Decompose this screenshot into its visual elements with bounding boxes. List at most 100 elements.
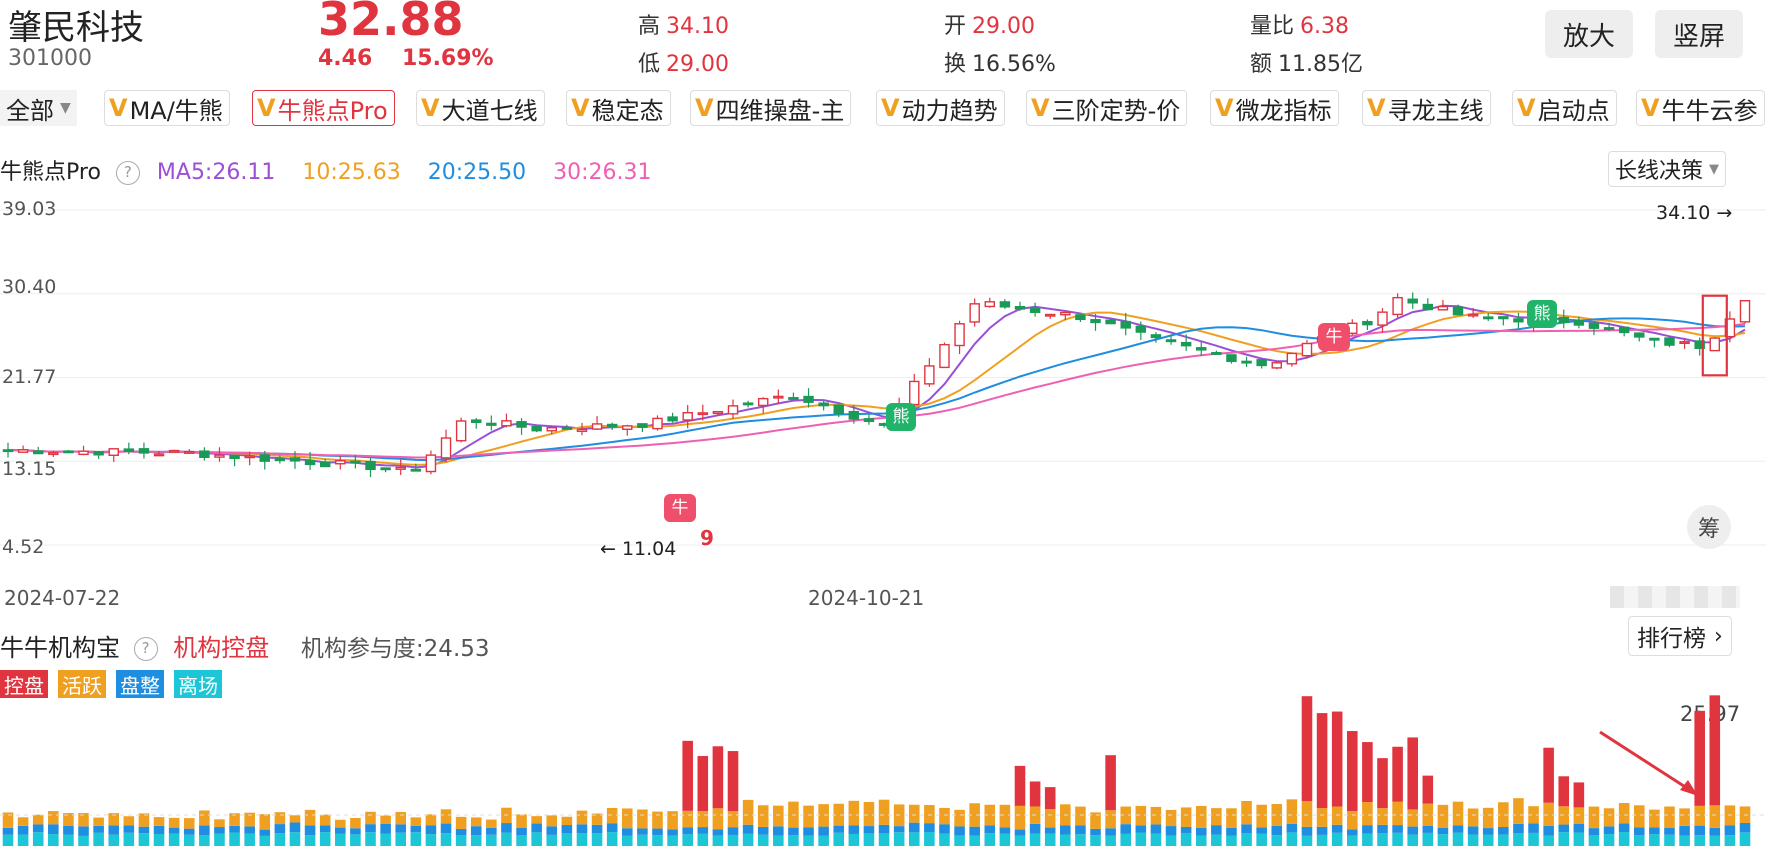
indicator-name: 牛熊点Pro [0,160,101,185]
indicator-tab-6[interactable]: V 动力趋势 [876,90,1005,126]
institution-bar [1090,812,1101,846]
institution-bar [1120,806,1132,846]
indicator-tab-8[interactable]: V 微龙指标 [1210,90,1339,126]
indicator-tab-label: 牛熊点Pro [277,96,388,125]
institution-title: 牛牛机构宝 [0,634,120,662]
indicator-tab-1[interactable]: V MA/牛熊 [104,90,230,126]
institution-bar [1467,808,1479,846]
bear-label-2: 熊 [1533,304,1551,324]
institution-bar [606,807,618,846]
institution-bar [591,813,603,846]
indicator-tab-7[interactable]: V 三阶定势-价 [1026,90,1188,126]
indicator-tab-label: 三阶定势-价 [1051,96,1181,125]
indicator-tab-label: 稳定态 [591,96,664,125]
institution-bar [1075,806,1086,846]
institution-bar [984,804,996,846]
candle [516,418,527,435]
indicator-tab-10[interactable]: V 启动点 [1512,90,1617,126]
indicator-tab-2[interactable]: V 牛熊点Pro [252,90,395,126]
candle [501,413,512,428]
legend-ma20: 20:25.50 [427,160,527,185]
indicator-tab-3[interactable]: V 大道七线 [416,90,545,126]
institution-bar [1498,802,1509,846]
institution-bar [1226,808,1237,846]
indicator-tab-4[interactable]: V 稳定态 [566,90,671,126]
institution-bar [17,817,29,846]
institution-bar [1029,781,1041,846]
institution-bar [576,810,588,846]
institution-bar [1331,711,1343,846]
zoom-button[interactable]: 放大 [1545,10,1633,58]
institution-bar [138,813,150,846]
candle [1513,312,1524,329]
institution-bar [999,804,1011,846]
indicator-tab-9[interactable]: V 寻龙主线 [1362,90,1491,126]
institution-bar [924,805,935,846]
candle [727,399,739,419]
stat-turnover: 换 16.56% [944,46,1056,78]
institution-bar [1482,807,1494,846]
institution-bar [878,799,890,846]
stat-high-label: 高 [638,14,661,39]
stat-amount-label: 额 [1250,52,1273,77]
v-badge-icon: V [257,94,276,122]
low-price-marker: ← 11.04 [600,538,677,560]
candle [138,442,150,459]
indicator-legend: 牛熊点Pro ? MA5:26.11 10:25.63 20:25.50 30:… [0,154,652,186]
portrait-button[interactable]: 竖屏 [1655,10,1743,58]
institution-bar [682,740,693,846]
candle [1588,321,1600,336]
institution-bar-chart[interactable] [0,690,1766,848]
institution-bar [1618,803,1630,846]
candle [818,400,829,411]
institution-bar [561,816,573,846]
bull-label: 牛 [671,498,689,518]
help-icon[interactable]: ? [133,637,158,661]
candle [606,422,618,430]
candle [984,297,996,308]
institution-bar [1150,806,1162,846]
mode-select[interactable]: 长线决策 ▼ [1608,151,1727,187]
chevron-right-icon: › [1714,623,1723,649]
stat-high: 高 34.10 [638,8,729,40]
institution-bar [501,807,512,846]
institution-bar [1256,804,1267,846]
caret-down-icon: ▼ [60,100,71,116]
institution-bar [1694,710,1705,846]
ma10-line [7,310,1746,466]
candlestick-chart[interactable] [0,195,1766,565]
candle [1226,354,1237,364]
institution-bar [652,811,663,846]
candle [168,449,180,453]
institution-bar [773,805,784,846]
stat-turnover-value: 16.56% [972,52,1056,77]
candle [1709,336,1721,352]
candle [440,429,452,463]
bull-signal-icon-2: 牛 [1318,323,1350,351]
institution-bar [63,813,74,846]
chip-distribution-button[interactable]: 筹 [1687,505,1731,549]
nine-count-mark: 9 [700,526,714,550]
institution-bar [818,804,829,846]
candle [1664,335,1675,348]
v-badge-icon: V [109,94,128,122]
rank-button[interactable]: 排行榜 › [1628,616,1732,656]
candle [78,445,89,456]
candle [425,450,437,475]
help-icon[interactable]: ? [115,161,140,185]
stat-low-value: 29.00 [666,52,729,77]
institution-bar [1679,808,1690,846]
y-tick-2: 30.40 [2,276,57,298]
candle [380,467,391,473]
tab-all-dropdown[interactable]: 全部 ▼ [0,90,77,126]
v-badge-icon: V [421,94,440,122]
candle [1211,350,1222,355]
institution-bar [1407,737,1418,846]
indicator-tab-11[interactable]: V 牛牛云参 [1636,90,1765,126]
v-badge-icon: V [1215,94,1234,122]
institution-bar [757,805,769,846]
indicator-tab-5[interactable]: V 四维操盘-主 [690,90,852,126]
v-badge-icon: V [881,94,900,122]
candle [471,418,482,429]
candle [1301,339,1313,359]
